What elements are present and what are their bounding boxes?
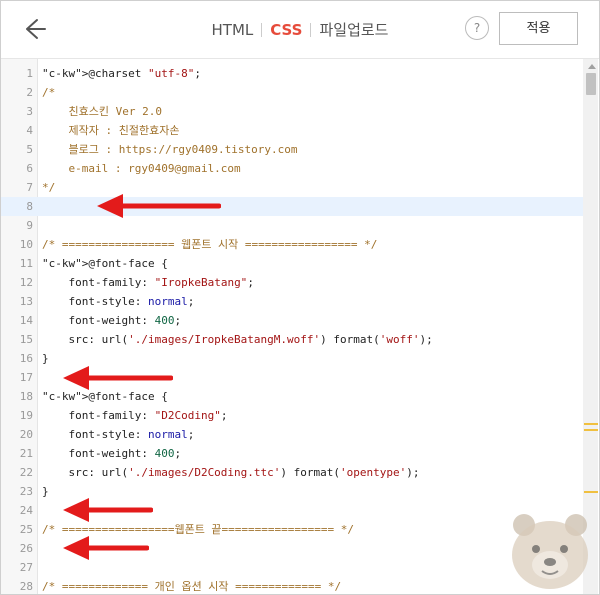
code-line[interactable]: 24 [1, 501, 583, 520]
line-text: 제작자 : 친절한효자손 [42, 124, 180, 137]
code-line[interactable]: 4 제작자 : 친절한효자손 [1, 121, 583, 140]
scroll-up-icon[interactable] [588, 64, 596, 69]
line-number: 5 [26, 143, 33, 156]
code-line[interactable]: 19 font-family: "D2Coding"; [1, 406, 583, 425]
line-text: /* =================웹폰트 끝===============… [42, 523, 355, 536]
code-line[interactable]: 15 src: url('./images/IropkeBatangM.woff… [1, 330, 583, 349]
code-line[interactable]: 6 e-mail : rgy0409@gmail.com [1, 159, 583, 178]
line-text: 친효스킨 Ver 2.0 [42, 105, 162, 118]
code-line[interactable]: 16} [1, 349, 583, 368]
tab-file-upload[interactable]: 파일업로드 [319, 19, 388, 40]
top-bar: HTML CSS 파일업로드 ? 적용 [1, 1, 599, 59]
code-line[interactable]: 21 font-weight: 400; [1, 444, 583, 463]
code-line[interactable]: 13 font-style: normal; [1, 292, 583, 311]
help-icon[interactable]: ? [465, 16, 489, 40]
line-number: 28 [19, 580, 33, 593]
code-line[interactable]: 7 */ [1, 178, 583, 197]
scrollbar-marker [584, 429, 598, 431]
line-number: 22 [19, 466, 33, 479]
code-line[interactable]: 8 [1, 197, 583, 216]
line-text: font-style: normal; [42, 428, 195, 441]
tab-html[interactable]: HTML [212, 21, 254, 39]
line-text: src: url('./images/IropkeBatangM.woff') … [42, 333, 433, 346]
code-line[interactable]: 5 블로그 : https://rgy0409.tistory.com [1, 140, 583, 159]
line-number: 9 [26, 219, 33, 232]
code-line[interactable]: 2 /* [1, 83, 583, 102]
line-text: */ [42, 181, 56, 194]
line-number: 15 [19, 333, 33, 346]
line-number: 12 [19, 276, 33, 289]
line-number: 20 [19, 428, 33, 441]
tab-divider [261, 22, 263, 37]
code-line[interactable]: 18 "c-kw">@font-face { [1, 387, 583, 406]
apply-button[interactable]: 적용 [499, 12, 578, 45]
scrollbar-thumb[interactable] [586, 73, 596, 95]
code-line[interactable]: 14 font-weight: 400; [1, 311, 583, 330]
line-number: 11 [19, 257, 33, 270]
code-line[interactable]: 26 [1, 539, 583, 558]
line-number: 16 [19, 352, 33, 365]
line-number: 17 [19, 371, 33, 384]
line-number: 10 [19, 238, 33, 251]
line-text: } [42, 352, 49, 365]
css-editor-window: HTML CSS 파일업로드 ? 적용 1 "c-kw">@charset "utf-… [0, 0, 600, 595]
line-number: 25 [19, 523, 33, 536]
line-number: 1 [26, 67, 33, 80]
line-text: } [42, 485, 49, 498]
scrollbar-marker [584, 491, 598, 493]
code-line[interactable]: 17 [1, 368, 583, 387]
line-text: 블로그 : https://rgy0409.tistory.com [42, 143, 298, 156]
code-line[interactable]: 27 [1, 558, 583, 577]
line-text: font-weight: 400; [42, 447, 182, 460]
line-text: /* ================= 웹폰트 시작 ============… [42, 238, 378, 251]
line-number: 18 [19, 390, 33, 403]
code-line[interactable]: 9 [1, 216, 583, 235]
line-number: 13 [19, 295, 33, 308]
line-number: 6 [26, 162, 33, 175]
code-line[interactable]: 23} [1, 482, 583, 501]
tab-css[interactable]: CSS [270, 21, 302, 39]
line-number: 3 [26, 105, 33, 118]
line-number: 2 [26, 86, 33, 99]
line-number: 7 [26, 181, 33, 194]
line-number: 23 [19, 485, 33, 498]
line-number: 26 [19, 542, 33, 555]
line-text: "c-kw">@font-face { [42, 390, 168, 403]
line-text: font-style: normal; [42, 295, 195, 308]
line-number: 27 [19, 561, 33, 574]
code-line[interactable]: 12 font-family: "IropkeBatang"; [1, 273, 583, 292]
line-text: /* ============= 개인 옵션 시작 ============= … [42, 580, 342, 593]
code-line[interactable]: 20 font-style: normal; [1, 425, 583, 444]
line-text: font-family: "IropkeBatang"; [42, 276, 254, 289]
line-text: /* [42, 86, 56, 99]
code-line[interactable]: 28 /* ============= 개인 옵션 시작 ============… [1, 577, 583, 594]
scrollbar-marker [584, 423, 598, 425]
line-text: font-weight: 400; [42, 314, 182, 327]
bear-mascot-icon [512, 514, 588, 589]
line-number: 8 [26, 200, 33, 213]
code-line[interactable]: 22 src: url('./images/D2Coding.ttc') for… [1, 463, 583, 482]
tab-divider [310, 22, 312, 37]
code-line[interactable]: 1 "c-kw">@charset "utf-8"; [1, 64, 583, 83]
line-number: 24 [19, 504, 33, 517]
code-line[interactable]: 25 /* =================웹폰트 끝=============… [1, 520, 583, 539]
line-text: e-mail : rgy0409@gmail.com [42, 162, 241, 175]
code-line[interactable]: 10 /* ================= 웹폰트 시작 ==========… [1, 235, 583, 254]
line-number: 21 [19, 447, 33, 460]
line-text: font-family: "D2Coding"; [42, 409, 228, 422]
line-number: 4 [26, 124, 33, 137]
line-number: 19 [19, 409, 33, 422]
code-line[interactable]: 11 "c-kw">@font-face { [1, 254, 583, 273]
line-text: src: url('./images/D2Coding.ttc') format… [42, 466, 420, 479]
line-text: "c-kw">@charset "utf-8"; [42, 67, 201, 80]
line-text: "c-kw">@font-face { [42, 257, 168, 270]
line-number: 14 [19, 314, 33, 327]
code-line[interactable]: 3 친효스킨 Ver 2.0 [1, 102, 583, 121]
